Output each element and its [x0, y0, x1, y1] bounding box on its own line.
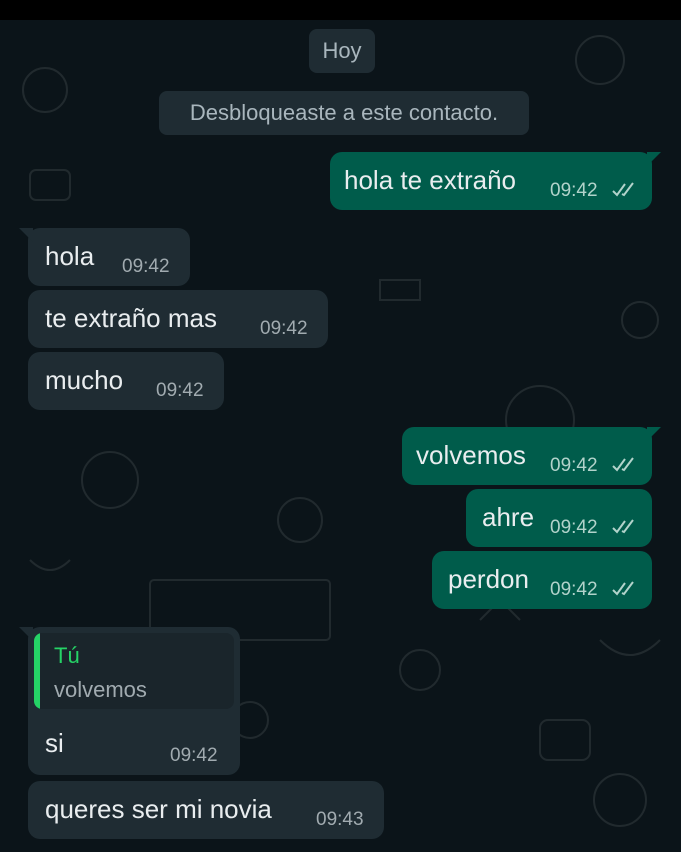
- message-time: 09:42: [170, 745, 218, 766]
- quoted-message[interactable]: Tú volvemos: [34, 633, 234, 709]
- message-time: 09:42: [550, 579, 598, 600]
- bubble-tail: [647, 152, 661, 166]
- message-bubble-incoming[interactable]: te extraño mas 09:42: [28, 290, 328, 348]
- quote-text: volvemos: [54, 677, 147, 702]
- read-ticks-icon: [612, 581, 634, 596]
- message-text: mucho: [45, 365, 124, 395]
- message-time: 09:42: [156, 380, 204, 401]
- message-time: 09:42: [550, 455, 598, 476]
- message-text: ahre: [482, 502, 535, 532]
- system-message: Desbloqueaste a este contacto.: [159, 91, 529, 135]
- message-time: 09:42: [550, 180, 598, 201]
- message-text: te extraño mas: [45, 303, 217, 333]
- date-chip: Hoy: [309, 29, 375, 73]
- message-time: 09:42: [122, 256, 170, 277]
- bubble-tail: [19, 228, 33, 242]
- message-bubble-outgoing[interactable]: perdon 09:42: [432, 551, 652, 609]
- message-bubble-incoming-reply[interactable]: Tú volvemos si 09:42: [19, 627, 240, 775]
- message-text: hola: [45, 241, 95, 271]
- message-bubble-outgoing[interactable]: ahre 09:42: [466, 489, 652, 547]
- message-text: perdon: [448, 564, 529, 594]
- read-ticks-icon: [612, 457, 634, 472]
- quote-author: Tú: [54, 643, 80, 668]
- bubble-tail: [647, 427, 661, 441]
- bubble-tail: [19, 627, 33, 641]
- message-bubble-outgoing[interactable]: hola te extraño 09:42: [330, 152, 661, 210]
- message-text: queres ser mi novia: [45, 794, 272, 824]
- message-time: 09:43: [316, 809, 364, 830]
- message-bubble-incoming[interactable]: hola 09:42: [19, 228, 190, 286]
- message-bubble-outgoing[interactable]: volvemos 09:42: [402, 427, 661, 485]
- quote-accent-bar: [34, 633, 40, 709]
- message-text: si: [45, 728, 64, 758]
- message-time: 09:42: [260, 318, 308, 339]
- read-ticks-icon: [612, 519, 634, 534]
- message-text: hola te extraño: [344, 165, 517, 195]
- message-bubble-incoming[interactable]: queres ser mi novia 09:43: [28, 781, 384, 839]
- status-bar: [0, 0, 681, 20]
- message-text: volvemos: [416, 440, 526, 470]
- message-time: 09:42: [550, 517, 598, 538]
- message-bubble-incoming[interactable]: mucho 09:42: [28, 352, 224, 410]
- read-ticks-icon: [612, 182, 634, 197]
